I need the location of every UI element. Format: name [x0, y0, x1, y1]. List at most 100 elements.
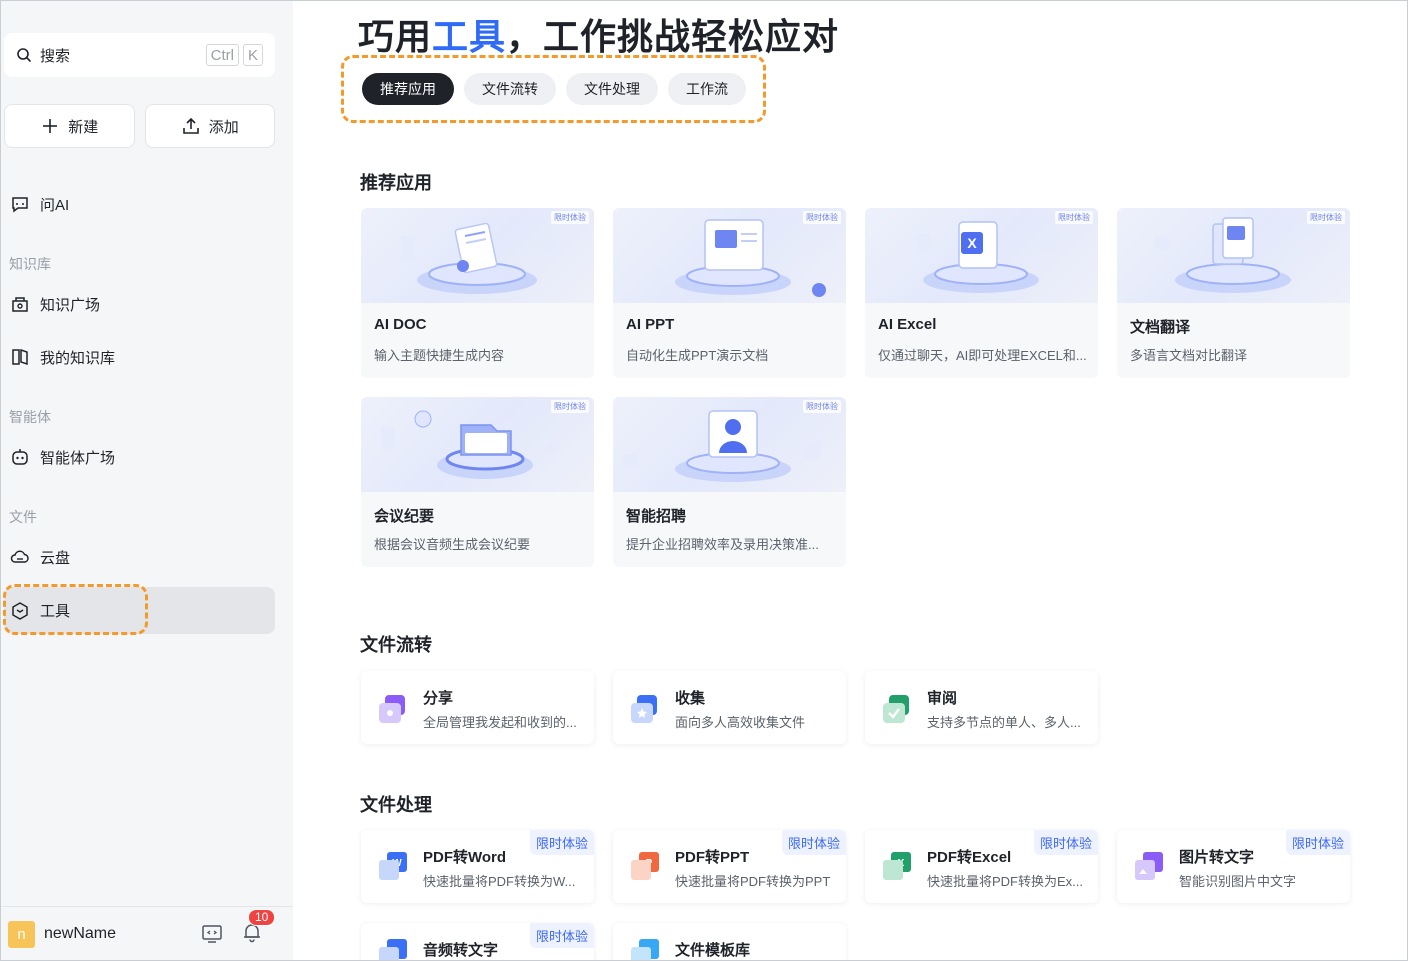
flow-card-review[interactable]: 审阅 支持多节点的单人、多人...: [865, 671, 1098, 744]
cube-icon: [12, 601, 28, 620]
knowledge-square-icon: [12, 297, 28, 312]
search-input[interactable]: 搜索 Ctrl K: [4, 33, 275, 77]
section-title-recommended: 推荐应用: [360, 173, 432, 193]
section-title-file-flow: 文件流转: [360, 635, 432, 655]
proc-title: PDF转Excel: [927, 849, 1012, 866]
proc-card-image-to-text[interactable]: 图片转文字 智能识别图片中文字 限时体验: [1117, 830, 1350, 903]
app-card-ai-ppt[interactable]: 限时体验 AI PPT 自动化生成PPT演示文档: [613, 208, 846, 378]
add-button[interactable]: 添加: [144, 104, 275, 148]
template-library-icon: [631, 939, 659, 961]
sidebar-item-label: 我的知识库: [40, 349, 116, 367]
sidebar-item-cloud[interactable]: 云盘: [4, 534, 275, 580]
app-card-meeting-minutes[interactable]: 限时体验 会议纪要 根据会议音频生成会议纪要: [361, 397, 594, 567]
limited-tag: 限时体验: [529, 830, 594, 855]
username[interactable]: newName: [44, 925, 201, 943]
proc-title: PDF转PPT: [675, 849, 750, 866]
svg-text:X: X: [967, 235, 977, 251]
app-card-smart-recruit[interactable]: 限时体验 智能招聘 提升企业招聘效率及录用决策准...: [613, 397, 846, 567]
app-title: 会议纪要: [374, 508, 435, 525]
collect-icon: [631, 695, 657, 723]
flow-desc: 面向多人高效收集文件: [675, 715, 806, 730]
tab-file-flow[interactable]: 文件流转: [464, 73, 556, 105]
flow-desc: 支持多节点的单人、多人...: [927, 715, 1081, 730]
flow-title: 分享: [423, 690, 454, 707]
proc-desc: 智能识别图片中文字: [1179, 874, 1297, 889]
page-title: 巧用工具，工作挑战轻松应对: [358, 8, 839, 60]
sidebar-item-tools[interactable]: 工具: [4, 587, 275, 634]
search-icon: [17, 48, 31, 62]
tab-workflow[interactable]: 工作流: [668, 73, 746, 105]
sidebar-item-knowledge-square[interactable]: 知识广场: [4, 281, 275, 327]
app-thumbnail: 限时体验: [613, 208, 846, 303]
app-thumbnail: 限时体验: [1117, 208, 1350, 303]
proc-desc: 快速批量将PDF转换为W...: [423, 874, 576, 889]
new-button-label: 新建: [68, 118, 99, 136]
sidebar-item-label: 云盘: [40, 549, 71, 567]
screen-share-icon[interactable]: [201, 923, 223, 945]
pdf-to-excel-icon: X: [883, 852, 911, 880]
section-title-file-processing: 文件处理: [360, 795, 432, 815]
app-card-ai-excel[interactable]: X 限时体验 AI Excel 仅通过聊天，AI即可处理EXCEL和...: [865, 208, 1098, 378]
proc-card-pdf-to-word[interactable]: W PDF转Word 快速批量将PDF转换为W... 限时体验: [361, 830, 594, 903]
tab-file-processing[interactable]: 文件处理: [566, 73, 658, 105]
sidebar: 搜索 Ctrl K 新建 添加 问AI 知识库 知识广场 我的知识库 智能体 智…: [0, 0, 293, 961]
section-label-agents: 智能体: [9, 409, 51, 425]
search-label: 搜索: [40, 47, 71, 65]
proc-card-audio-to-text[interactable]: 音频转文字 限时体验: [361, 923, 594, 961]
proc-title: 图片转文字: [1179, 849, 1255, 866]
review-icon: [883, 695, 909, 723]
main-content: 巧用工具，工作挑战轻松应对 推荐应用 文件流转 文件处理 工作流 推荐应用 限时…: [293, 0, 1408, 961]
sidebar-item-ask-ai[interactable]: 问AI: [4, 181, 275, 227]
app-card-ai-doc[interactable]: 限时体验 AI DOC 输入主题快捷生成内容: [361, 208, 594, 378]
flow-card-collect[interactable]: 收集 面向多人高效收集文件: [613, 671, 846, 744]
shortcut-ctrl: Ctrl: [205, 44, 239, 66]
flow-card-share[interactable]: 分享 全局管理我发起和收到的...: [361, 671, 594, 744]
notifications[interactable]: 10: [241, 908, 276, 948]
limited-tag: 限时体验: [1285, 830, 1350, 855]
app-desc: 提升企业招聘效率及录用决策准...: [626, 537, 819, 552]
proc-desc: 快速批量将PDF转换为PPT: [675, 874, 831, 889]
limited-tag: 限时体验: [803, 400, 841, 413]
share-icon: [379, 695, 405, 723]
notification-badge: 10: [248, 908, 276, 926]
proc-card-pdf-to-excel[interactable]: X PDF转Excel 快速批量将PDF转换为Ex... 限时体验: [865, 830, 1098, 903]
app-title: 文档翻译: [1130, 319, 1191, 336]
proc-title: PDF转Word: [423, 849, 507, 866]
pdf-to-word-icon: W: [379, 852, 407, 880]
proc-title: 音频转文字: [423, 942, 499, 959]
app-title: AI DOC: [374, 316, 427, 333]
limited-tag: 限时体验: [551, 211, 589, 224]
app-desc: 输入主题快捷生成内容: [374, 348, 505, 363]
proc-card-pdf-to-ppt[interactable]: P PDF转PPT 快速批量将PDF转换为PPT 限时体验: [613, 830, 846, 903]
user-bar: n newName 10: [0, 906, 293, 961]
new-button[interactable]: 新建: [4, 104, 135, 148]
sidebar-item-my-knowledge[interactable]: 我的知识库: [4, 334, 275, 380]
shortcut-k: K: [242, 44, 263, 66]
category-tabs: 推荐应用 文件流转 文件处理 工作流: [362, 73, 746, 105]
sidebar-actions: 新建 添加: [4, 104, 275, 148]
limited-tag: 限时体验: [1033, 830, 1098, 855]
app-card-doc-translate[interactable]: 限时体验 文档翻译 多语言文档对比翻译: [1117, 208, 1350, 378]
sidebar-item-label: 知识广场: [40, 296, 101, 314]
app-thumbnail: 限时体验: [361, 208, 594, 303]
limited-tag: 限时体验: [529, 923, 594, 948]
limited-tag: 限时体验: [551, 400, 589, 413]
proc-card-file-templates[interactable]: 文件模板库: [613, 923, 846, 961]
app-desc: 根据会议音频生成会议纪要: [374, 537, 531, 552]
pdf-to-ppt-icon: P: [631, 852, 659, 880]
app-desc: 仅通过聊天，AI即可处理EXCEL和...: [878, 348, 1087, 363]
headline-part2: ，工作挑战轻松应对: [506, 16, 840, 57]
avatar[interactable]: n: [8, 920, 35, 948]
section-label-files: 文件: [9, 509, 37, 525]
sidebar-item-agent-square[interactable]: 智能体广场: [4, 434, 275, 480]
flow-title: 收集: [675, 690, 706, 707]
cloud-icon: [10, 550, 29, 563]
section-label-knowledge: 知识库: [9, 256, 51, 272]
sidebar-item-label: 智能体广场: [40, 449, 116, 467]
app-thumbnail: X 限时体验: [865, 208, 1098, 303]
book-icon: [12, 348, 28, 366]
app-desc: 自动化生成PPT演示文档: [626, 348, 769, 363]
flow-desc: 全局管理我发起和收到的...: [423, 715, 577, 730]
limited-tag: 限时体验: [1307, 211, 1345, 224]
tab-recommended[interactable]: 推荐应用: [362, 73, 454, 105]
